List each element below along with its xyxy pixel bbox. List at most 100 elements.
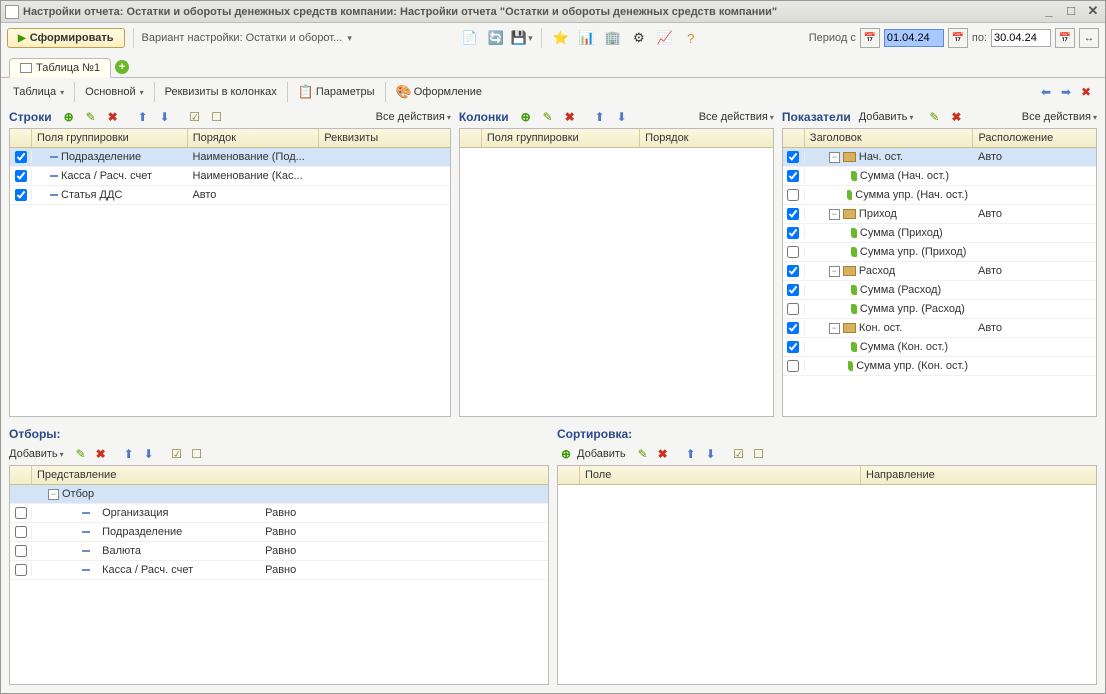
- filters-down-button[interactable]: ⬇: [140, 445, 158, 463]
- rows-header-group[interactable]: Поля группировки: [32, 129, 188, 147]
- nav-close-icon[interactable]: ✖: [1077, 83, 1095, 101]
- indicators-all-actions[interactable]: Все действия: [1022, 111, 1097, 123]
- rows-header-order[interactable]: Порядок: [188, 129, 320, 147]
- calendar-from-button[interactable]: 📅: [860, 28, 880, 48]
- filters-delete-button[interactable]: ✖: [92, 445, 110, 463]
- table-row[interactable]: Сумма (Кон. ост.): [783, 338, 1096, 357]
- variant-label[interactable]: Вариант настройки: Остатки и оборот...: [142, 32, 343, 44]
- row-checkbox[interactable]: [15, 151, 27, 163]
- row-checkbox[interactable]: [787, 208, 799, 220]
- row-checkbox[interactable]: [15, 564, 27, 576]
- sort-edit-button[interactable]: ✎: [634, 445, 652, 463]
- rows-edit-button[interactable]: ✎: [82, 108, 100, 126]
- table-row[interactable]: − РасходАвто: [783, 262, 1096, 281]
- table-row[interactable]: − Кон. ост.Авто: [783, 319, 1096, 338]
- rows-down-button[interactable]: ⬇: [156, 108, 174, 126]
- date-to-picker[interactable]: 📅: [1055, 28, 1075, 48]
- date-to-input[interactable]: [991, 29, 1051, 47]
- row-checkbox[interactable]: [787, 265, 799, 277]
- table-row[interactable]: Статья ДДСАвто: [10, 186, 450, 205]
- indicators-delete-button[interactable]: ✖: [947, 108, 965, 126]
- help-icon[interactable]: ?: [680, 27, 702, 49]
- row-checkbox[interactable]: [787, 189, 799, 201]
- maximize-button[interactable]: □: [1063, 5, 1079, 19]
- params-menu[interactable]: 📋Параметры: [294, 82, 379, 102]
- cols-add-button[interactable]: ⊕: [517, 108, 535, 126]
- rows-all-actions[interactable]: Все действия: [376, 111, 451, 123]
- cols-all-actions[interactable]: Все действия: [699, 111, 774, 123]
- cols-delete-button[interactable]: ✖: [561, 108, 579, 126]
- rows-uncheckall-button[interactable]: ☐: [208, 108, 226, 126]
- table-row[interactable]: Сумма (Расход): [783, 281, 1096, 300]
- row-checkbox[interactable]: [15, 507, 27, 519]
- save-icon[interactable]: 💾▾: [511, 27, 533, 49]
- indicators-edit-button[interactable]: ✎: [925, 108, 943, 126]
- sort-add-button[interactable]: Добавить: [577, 448, 626, 460]
- row-checkbox[interactable]: [15, 526, 27, 538]
- cols-header-order[interactable]: Порядок: [640, 129, 773, 147]
- row-checkbox[interactable]: [787, 151, 799, 163]
- row-checkbox[interactable]: [15, 545, 27, 557]
- table-row[interactable]: − ПриходАвто: [783, 205, 1096, 224]
- table-row[interactable]: Касса / Расч. счетНаименование (Кас...: [10, 167, 450, 186]
- variant-dropdown-icon[interactable]: ▾: [347, 33, 352, 44]
- table-row[interactable]: Сумма (Приход): [783, 224, 1096, 243]
- nav-right-icon[interactable]: ➡: [1057, 83, 1075, 101]
- date-from-picker[interactable]: 📅: [948, 28, 968, 48]
- sort-add-icon[interactable]: ⊕: [557, 445, 575, 463]
- sort-header-dir[interactable]: Направление: [861, 466, 1096, 484]
- date-from-input[interactable]: [884, 29, 944, 47]
- cols-header-group[interactable]: Поля группировки: [482, 129, 640, 147]
- row-checkbox[interactable]: [787, 360, 799, 372]
- sort-uncheckall-button[interactable]: ☐: [750, 445, 768, 463]
- rows-header-req[interactable]: Реквизиты: [319, 129, 450, 147]
- table-row[interactable]: Касса / Расч. счетРавно: [10, 561, 548, 580]
- tab-table1[interactable]: Таблица №1: [9, 58, 111, 78]
- cols-down-button[interactable]: ⬇: [613, 108, 631, 126]
- cols-up-button[interactable]: ⬆: [591, 108, 609, 126]
- table-row[interactable]: − Отбор: [10, 485, 548, 504]
- row-checkbox[interactable]: [787, 322, 799, 334]
- table-row[interactable]: ОрганизацияРавно: [10, 504, 548, 523]
- settings-icon[interactable]: ⚙: [628, 27, 650, 49]
- row-checkbox[interactable]: [787, 227, 799, 239]
- table-row[interactable]: Сумма упр. (Приход): [783, 243, 1096, 262]
- filters-add-button[interactable]: Добавить: [9, 448, 64, 460]
- table-row[interactable]: ПодразделениеРавно: [10, 523, 548, 542]
- collapse-icon[interactable]: −: [829, 209, 840, 220]
- table-menu[interactable]: Таблица: [9, 84, 68, 100]
- cols-edit-button[interactable]: ✎: [539, 108, 557, 126]
- sort-down-button[interactable]: ⬇: [702, 445, 720, 463]
- table-row[interactable]: Сумма упр. (Расход): [783, 300, 1096, 319]
- design-menu[interactable]: 🎨Оформление: [392, 82, 486, 102]
- close-button[interactable]: ✕: [1085, 5, 1101, 19]
- filters-edit-button[interactable]: ✎: [72, 445, 90, 463]
- sort-delete-button[interactable]: ✖: [654, 445, 672, 463]
- minimize-button[interactable]: _: [1041, 5, 1057, 19]
- sort-checkall-button[interactable]: ☑: [730, 445, 748, 463]
- filters-header-rep[interactable]: Представление: [32, 466, 548, 484]
- collapse-icon[interactable]: −: [829, 152, 840, 163]
- filters-up-button[interactable]: ⬆: [120, 445, 138, 463]
- chart-icon[interactable]: 📈: [654, 27, 676, 49]
- toolbar-icon-2[interactable]: 🔄: [485, 27, 507, 49]
- toolbar-icon-1[interactable]: 📄: [459, 27, 481, 49]
- main-menu[interactable]: Основной: [81, 84, 147, 100]
- table-row[interactable]: Сумма упр. (Кон. ост.): [783, 357, 1096, 376]
- indicators-header-title[interactable]: Заголовок: [805, 129, 974, 147]
- table-row[interactable]: − Нач. ост.Авто: [783, 148, 1096, 167]
- sort-header-field[interactable]: Поле: [580, 466, 861, 484]
- filters-uncheckall-button[interactable]: ☐: [188, 445, 206, 463]
- favorite-icon[interactable]: ⭐: [550, 27, 572, 49]
- row-checkbox[interactable]: [787, 341, 799, 353]
- rows-add-button[interactable]: ⊕: [60, 108, 78, 126]
- row-checkbox[interactable]: [787, 284, 799, 296]
- indicators-header-loc[interactable]: Расположение: [973, 129, 1096, 147]
- toolbar-icon-4[interactable]: 📊: [576, 27, 598, 49]
- row-checkbox[interactable]: [787, 303, 799, 315]
- filters-checkall-button[interactable]: ☑: [168, 445, 186, 463]
- rows-up-button[interactable]: ⬆: [134, 108, 152, 126]
- period-expand-button[interactable]: ↔: [1079, 28, 1099, 48]
- rows-checkall-button[interactable]: ☑: [186, 108, 204, 126]
- form-button[interactable]: ▶ Сформировать: [7, 28, 125, 48]
